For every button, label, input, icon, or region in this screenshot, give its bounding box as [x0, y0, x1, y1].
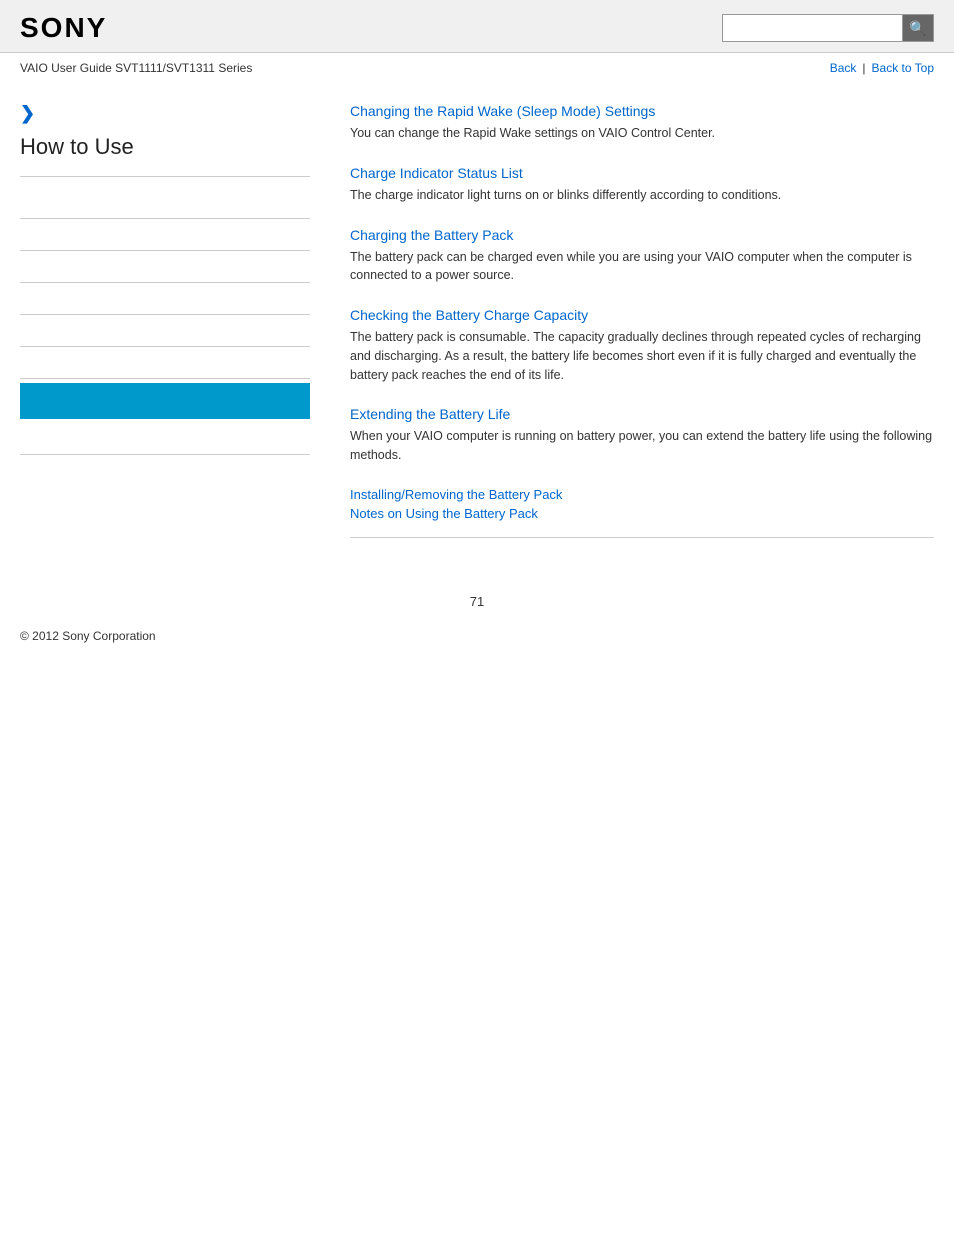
plain-links-section: Installing/Removing the Battery Pack Not…	[350, 487, 934, 521]
section-rapid-wake: Changing the Rapid Wake (Sleep Mode) Set…	[350, 103, 934, 143]
sidebar-divider-1	[20, 176, 310, 177]
sidebar-item-3[interactable]	[20, 251, 310, 283]
page-number: 71	[0, 574, 954, 619]
link-notes-using[interactable]: Notes on Using the Battery Pack	[350, 506, 934, 521]
sidebar: ❯ How to Use	[20, 103, 330, 554]
link-checking-capacity[interactable]: Checking the Battery Charge Capacity	[350, 307, 934, 323]
sidebar-item-8[interactable]	[20, 423, 310, 455]
guide-title: VAIO User Guide SVT1111/SVT1311 Series	[20, 61, 252, 75]
sidebar-item-2[interactable]	[20, 219, 310, 251]
footer: © 2012 Sony Corporation	[0, 619, 954, 663]
sidebar-item-6[interactable]	[20, 347, 310, 379]
main-container: ❯ How to Use Changing the Rapid Wake (Sl…	[0, 83, 954, 574]
link-extending-life[interactable]: Extending the Battery Life	[350, 406, 934, 422]
sidebar-chevron-icon[interactable]: ❯	[20, 103, 310, 124]
copyright-text: © 2012 Sony Corporation	[20, 629, 156, 643]
search-input[interactable]	[722, 14, 902, 42]
subheader: VAIO User Guide SVT1111/SVT1311 Series B…	[0, 53, 954, 83]
text-charging-battery: The battery pack can be charged even whi…	[350, 248, 934, 286]
text-charge-indicator: The charge indicator light turns on or b…	[350, 186, 934, 205]
link-rapid-wake[interactable]: Changing the Rapid Wake (Sleep Mode) Set…	[350, 103, 934, 119]
sidebar-item-highlighted[interactable]	[20, 383, 310, 419]
back-to-top-link[interactable]: Back to Top	[872, 61, 934, 75]
subheader-nav: Back | Back to Top	[830, 61, 934, 75]
header: SONY 🔍	[0, 0, 954, 53]
sidebar-item-1[interactable]	[20, 187, 310, 219]
section-charge-indicator: Charge Indicator Status List The charge …	[350, 165, 934, 205]
back-link[interactable]: Back	[830, 61, 857, 75]
search-button[interactable]: 🔍	[902, 14, 934, 42]
sidebar-title: How to Use	[20, 134, 310, 160]
content-bottom-divider	[350, 537, 934, 538]
content-area: Changing the Rapid Wake (Sleep Mode) Set…	[330, 103, 934, 554]
text-checking-capacity: The battery pack is consumable. The capa…	[350, 328, 934, 384]
nav-separator: |	[862, 61, 865, 75]
text-rapid-wake: You can change the Rapid Wake settings o…	[350, 124, 934, 143]
search-area: 🔍	[722, 14, 934, 42]
link-charge-indicator[interactable]: Charge Indicator Status List	[350, 165, 934, 181]
link-installing-removing[interactable]: Installing/Removing the Battery Pack	[350, 487, 934, 502]
section-charging-battery: Charging the Battery Pack The battery pa…	[350, 227, 934, 286]
search-icon: 🔍	[909, 20, 926, 37]
link-charging-battery[interactable]: Charging the Battery Pack	[350, 227, 934, 243]
sidebar-item-4[interactable]	[20, 283, 310, 315]
sony-logo: SONY	[20, 12, 107, 44]
section-checking-capacity: Checking the Battery Charge Capacity The…	[350, 307, 934, 384]
text-extending-life: When your VAIO computer is running on ba…	[350, 427, 934, 465]
sidebar-item-5[interactable]	[20, 315, 310, 347]
section-extending-life: Extending the Battery Life When your VAI…	[350, 406, 934, 465]
